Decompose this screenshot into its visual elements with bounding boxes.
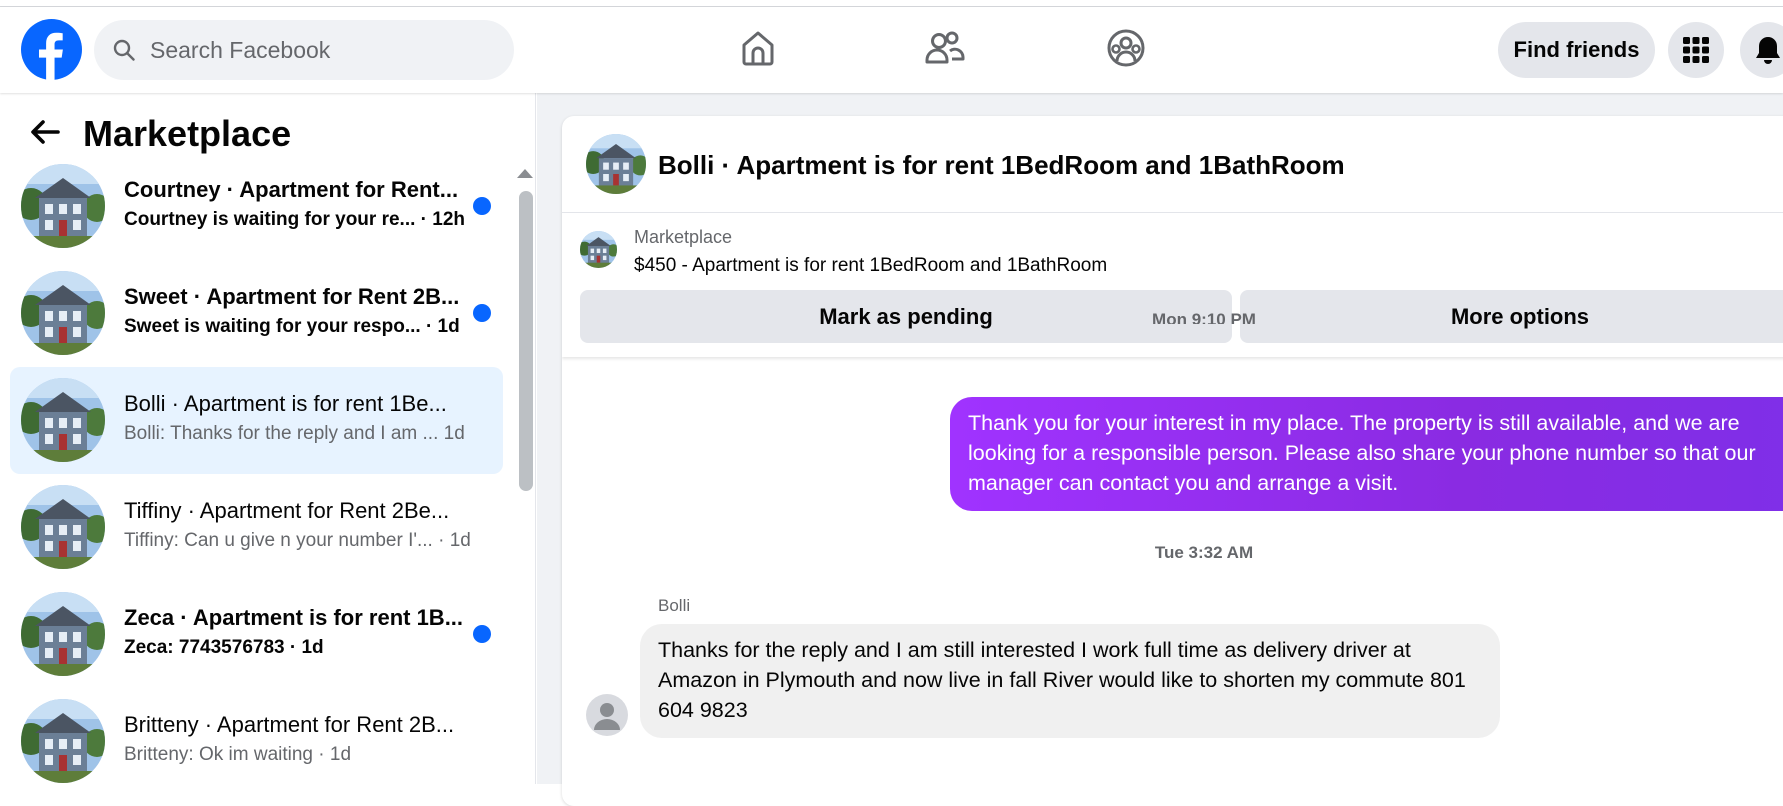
unread-dot	[473, 625, 491, 643]
conversation-item[interactable]: Tiffiny · Apartment for Rent 2Be... Tiff…	[10, 474, 503, 581]
conversation-snippet: Sweet is waiting for your respo... · 1d	[124, 316, 460, 337]
conversation-title: Tiffiny · Apartment for Rent 2Be...	[124, 498, 450, 523]
home-icon[interactable]	[735, 25, 781, 71]
bell-icon[interactable]	[1740, 22, 1783, 78]
find-friends-button[interactable]: Find friends	[1498, 22, 1655, 78]
search-input[interactable]	[148, 35, 492, 65]
chat-header: Bolli · Apartment is for rent 1BedRoom a…	[562, 116, 1783, 213]
conversation-item[interactable]: Zeca · Apartment is for rent 1B... Zeca:…	[10, 581, 503, 688]
conversation-snippet: Bolli: Thanks for the reply and I am ...…	[124, 423, 465, 444]
conversation-snippet: Britteny: Ok im waiting · 1d	[124, 744, 352, 765]
marketplace-sidebar: Marketplace Courtney · Apartment for Ren…	[0, 93, 536, 784]
conversation-title: Zeca · Apartment is for rent 1B...	[124, 605, 464, 630]
outgoing-message-bubble[interactable]: Thank you for your interest in my place.…	[950, 397, 1783, 511]
listing-thumbnail[interactable]	[580, 231, 617, 268]
conversation-snippet: Tiffiny: Can u give n your number I'... …	[124, 530, 471, 551]
search-bar[interactable]	[94, 20, 514, 80]
conversation-snippet: Courtney is waiting for your re... · 12h	[124, 209, 465, 230]
conversation-snippet: Zeca: 7743576783 · 1d	[124, 637, 324, 658]
listing-avatar	[21, 271, 105, 355]
sender-name: Bolli	[658, 596, 691, 615]
friends-icon[interactable]	[922, 25, 968, 71]
chat-title[interactable]: Bolli · Apartment is for rent 1BedRoom a…	[658, 150, 1345, 181]
listing-avatar	[21, 485, 105, 569]
conversation-title: Sweet · Apartment for Rent 2B...	[124, 284, 460, 309]
facebook-logo-icon[interactable]	[21, 19, 82, 80]
conversation-title: Britteny · Apartment for Rent 2B...	[124, 712, 455, 737]
listing-avatar	[21, 699, 105, 783]
chat-avatar[interactable]	[586, 134, 646, 194]
conversation-item[interactable]: Sweet · Apartment for Rent 2B... Sweet i…	[10, 260, 503, 367]
scrollbar-thumb[interactable]	[519, 191, 533, 491]
timestamp-label: Mon 9:10 PM	[1152, 310, 1256, 324]
listing-price-title[interactable]: $450 - Apartment is for rent 1BedRoom an…	[634, 255, 1107, 277]
incoming-message-bubble[interactable]: Thanks for the reply and I am still inte…	[640, 624, 1500, 738]
back-arrow-icon[interactable]	[28, 115, 62, 149]
conversation-item-active[interactable]: Bolli · Apartment is for rent 1Be... Bol…	[10, 367, 503, 474]
unread-dot	[473, 197, 491, 215]
top-navbar: Find friends	[0, 7, 1783, 93]
listing-card: Marketplace $450 - Apartment is for rent…	[562, 213, 1783, 357]
search-icon	[113, 39, 135, 61]
unread-dot	[473, 304, 491, 322]
conversation-item[interactable]: Britteny · Apartment for Rent 2B... Brit…	[10, 688, 503, 795]
conversation-title: Courtney · Apartment for Rent...	[124, 177, 459, 202]
groups-icon[interactable]	[1103, 25, 1149, 71]
sender-avatar[interactable]	[586, 694, 628, 736]
page-title: Marketplace	[83, 113, 292, 154]
listing-avatar	[21, 378, 105, 462]
listing-avatar	[21, 592, 105, 676]
conversation-title: Bolli · Apartment is for rent 1Be...	[124, 391, 447, 416]
grid-menu-icon[interactable]	[1668, 22, 1724, 78]
chat-panel: Bolli · Apartment is for rent 1BedRoom a…	[562, 116, 1783, 806]
listing-avatar	[21, 164, 105, 248]
more-options-button[interactable]: More options	[1240, 290, 1783, 343]
listing-label: Marketplace	[634, 227, 733, 247]
timestamp-label: Tue 3:32 AM	[1154, 543, 1254, 562]
sidebar-scrollbar[interactable]	[519, 191, 533, 491]
conversation-item[interactable]: Courtney · Apartment for Rent... Courtne…	[10, 153, 503, 260]
scroll-up-arrow-icon[interactable]	[517, 169, 533, 178]
